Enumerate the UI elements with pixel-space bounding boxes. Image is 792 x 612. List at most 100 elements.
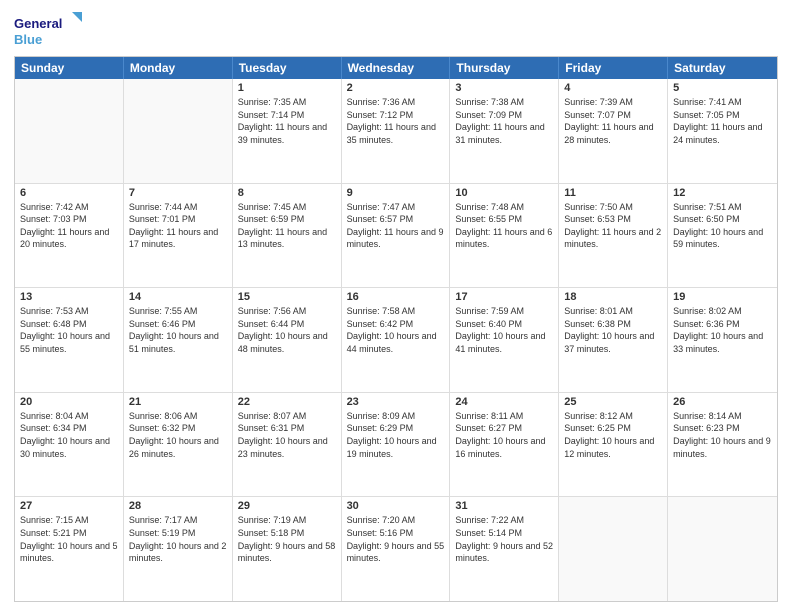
day-cell-28: 28 Sunrise: 7:17 AM Sunset: 5:19 PM Dayli… <box>124 497 233 601</box>
day-cell-26: 26 Sunrise: 8:14 AM Sunset: 6:23 PM Dayli… <box>668 393 777 497</box>
day-cell-15: 15 Sunrise: 7:56 AM Sunset: 6:44 PM Dayli… <box>233 288 342 392</box>
week-row-3: 13 Sunrise: 7:53 AM Sunset: 6:48 PM Dayli… <box>15 287 777 392</box>
day-info: Sunrise: 7:58 AM Sunset: 6:42 PM Dayligh… <box>347 305 445 355</box>
day-cell-10: 10 Sunrise: 7:48 AM Sunset: 6:55 PM Dayli… <box>450 184 559 288</box>
empty-cell <box>559 497 668 601</box>
day-info: Sunrise: 7:35 AM Sunset: 7:14 PM Dayligh… <box>238 96 336 146</box>
day-cell-14: 14 Sunrise: 7:55 AM Sunset: 6:46 PM Dayli… <box>124 288 233 392</box>
calendar-body: 1 Sunrise: 7:35 AM Sunset: 7:14 PM Daylig… <box>15 79 777 601</box>
day-number: 23 <box>347 396 445 408</box>
header-cell-friday: Friday <box>559 57 668 79</box>
day-number: 21 <box>129 396 227 408</box>
day-info: Sunrise: 8:02 AM Sunset: 6:36 PM Dayligh… <box>673 305 772 355</box>
day-number: 12 <box>673 187 772 199</box>
day-number: 26 <box>673 396 772 408</box>
day-cell-7: 7 Sunrise: 7:44 AM Sunset: 7:01 PM Daylig… <box>124 184 233 288</box>
day-cell-8: 8 Sunrise: 7:45 AM Sunset: 6:59 PM Daylig… <box>233 184 342 288</box>
day-cell-3: 3Sunrise: 7:38 AM Sunset: 7:09 PM Daylig… <box>450 79 559 183</box>
day-info: Sunrise: 8:14 AM Sunset: 6:23 PM Dayligh… <box>673 410 772 460</box>
day-number: 5 <box>673 82 772 94</box>
day-cell-29: 29 Sunrise: 7:19 AM Sunset: 5:18 PM Dayli… <box>233 497 342 601</box>
day-info: Sunrise: 7:50 AM Sunset: 6:53 PM Dayligh… <box>564 201 662 251</box>
day-cell-2: 2Sunrise: 7:36 AM Sunset: 7:12 PM Daylig… <box>342 79 451 183</box>
day-number: 7 <box>129 187 227 199</box>
day-number: 18 <box>564 291 662 303</box>
day-number: 3 <box>455 82 553 94</box>
week-row-1: 1 Sunrise: 7:35 AM Sunset: 7:14 PM Daylig… <box>15 79 777 183</box>
svg-text:Blue: Blue <box>14 32 42 47</box>
calendar-header: SundayMondayTuesdayWednesdayThursdayFrid… <box>15 57 777 79</box>
day-cell-1: 1 Sunrise: 7:35 AM Sunset: 7:14 PM Daylig… <box>233 79 342 183</box>
header-cell-thursday: Thursday <box>450 57 559 79</box>
day-cell-18: 18 Sunrise: 8:01 AM Sunset: 6:38 PM Dayli… <box>559 288 668 392</box>
day-number: 10 <box>455 187 553 199</box>
day-info: Sunrise: 7:47 AM Sunset: 6:57 PM Dayligh… <box>347 201 445 251</box>
week-row-2: 6 Sunrise: 7:42 AM Sunset: 7:03 PM Daylig… <box>15 183 777 288</box>
day-cell-4: 4 Sunrise: 7:39 AM Sunset: 7:07 PM Daylig… <box>559 79 668 183</box>
day-number: 17 <box>455 291 553 303</box>
day-cell-20: 20 Sunrise: 8:04 AM Sunset: 6:34 PM Dayli… <box>15 393 124 497</box>
day-number: 1 <box>238 82 336 94</box>
day-info: Sunrise: 7:51 AM Sunset: 6:50 PM Dayligh… <box>673 201 772 251</box>
day-number: 15 <box>238 291 336 303</box>
day-info: Sunrise: 8:01 AM Sunset: 6:38 PM Dayligh… <box>564 305 662 355</box>
day-cell-9: 9 Sunrise: 7:47 AM Sunset: 6:57 PM Daylig… <box>342 184 451 288</box>
header-cell-monday: Monday <box>124 57 233 79</box>
day-info: Sunrise: 7:55 AM Sunset: 6:46 PM Dayligh… <box>129 305 227 355</box>
day-info: Sunrise: 7:53 AM Sunset: 6:48 PM Dayligh… <box>20 305 118 355</box>
day-cell-23: 23Sunrise: 8:09 AM Sunset: 6:29 PM Dayli… <box>342 393 451 497</box>
day-info: Sunrise: 7:20 AM Sunset: 5:16 PM Dayligh… <box>347 514 445 564</box>
day-cell-16: 16 Sunrise: 7:58 AM Sunset: 6:42 PM Dayli… <box>342 288 451 392</box>
day-number: 9 <box>347 187 445 199</box>
day-cell-30: 30 Sunrise: 7:20 AM Sunset: 5:16 PM Dayli… <box>342 497 451 601</box>
day-cell-12: 12 Sunrise: 7:51 AM Sunset: 6:50 PM Dayli… <box>668 184 777 288</box>
day-info: Sunrise: 7:59 AM Sunset: 6:40 PM Dayligh… <box>455 305 553 355</box>
week-row-4: 20 Sunrise: 8:04 AM Sunset: 6:34 PM Dayli… <box>15 392 777 497</box>
day-info: Sunrise: 8:04 AM Sunset: 6:34 PM Dayligh… <box>20 410 118 460</box>
day-cell-31: 31Sunrise: 7:22 AM Sunset: 5:14 PM Dayli… <box>450 497 559 601</box>
day-number: 8 <box>238 187 336 199</box>
header-cell-saturday: Saturday <box>668 57 777 79</box>
day-info: Sunrise: 7:56 AM Sunset: 6:44 PM Dayligh… <box>238 305 336 355</box>
day-number: 14 <box>129 291 227 303</box>
day-info: Sunrise: 8:11 AM Sunset: 6:27 PM Dayligh… <box>455 410 553 460</box>
empty-cell <box>15 79 124 183</box>
day-number: 20 <box>20 396 118 408</box>
day-number: 11 <box>564 187 662 199</box>
calendar: SundayMondayTuesdayWednesdayThursdayFrid… <box>14 56 778 602</box>
day-cell-5: 5 Sunrise: 7:41 AM Sunset: 7:05 PM Daylig… <box>668 79 777 183</box>
day-number: 4 <box>564 82 662 94</box>
empty-cell <box>668 497 777 601</box>
day-info: Sunrise: 7:48 AM Sunset: 6:55 PM Dayligh… <box>455 201 553 251</box>
empty-cell <box>124 79 233 183</box>
day-info: Sunrise: 7:19 AM Sunset: 5:18 PM Dayligh… <box>238 514 336 564</box>
day-number: 16 <box>347 291 445 303</box>
day-number: 30 <box>347 500 445 512</box>
day-number: 6 <box>20 187 118 199</box>
day-number: 28 <box>129 500 227 512</box>
day-info: Sunrise: 7:36 AM Sunset: 7:12 PM Dayligh… <box>347 96 445 146</box>
day-info: Sunrise: 7:22 AM Sunset: 5:14 PM Dayligh… <box>455 514 553 564</box>
day-info: Sunrise: 7:45 AM Sunset: 6:59 PM Dayligh… <box>238 201 336 251</box>
day-info: Sunrise: 8:06 AM Sunset: 6:32 PM Dayligh… <box>129 410 227 460</box>
day-cell-22: 22Sunrise: 8:07 AM Sunset: 6:31 PM Dayli… <box>233 393 342 497</box>
day-cell-24: 24Sunrise: 8:11 AM Sunset: 6:27 PM Dayli… <box>450 393 559 497</box>
day-cell-21: 21 Sunrise: 8:06 AM Sunset: 6:32 PM Dayli… <box>124 393 233 497</box>
day-info: Sunrise: 7:41 AM Sunset: 7:05 PM Dayligh… <box>673 96 772 146</box>
day-number: 19 <box>673 291 772 303</box>
day-number: 13 <box>20 291 118 303</box>
day-cell-17: 17 Sunrise: 7:59 AM Sunset: 6:40 PM Dayli… <box>450 288 559 392</box>
day-info: Sunrise: 7:42 AM Sunset: 7:03 PM Dayligh… <box>20 201 118 251</box>
day-number: 22 <box>238 396 336 408</box>
day-info: Sunrise: 7:39 AM Sunset: 7:07 PM Dayligh… <box>564 96 662 146</box>
day-number: 29 <box>238 500 336 512</box>
day-info: Sunrise: 7:17 AM Sunset: 5:19 PM Dayligh… <box>129 514 227 564</box>
day-cell-13: 13 Sunrise: 7:53 AM Sunset: 6:48 PM Dayli… <box>15 288 124 392</box>
svg-text:General: General <box>14 16 62 31</box>
day-cell-19: 19 Sunrise: 8:02 AM Sunset: 6:36 PM Dayli… <box>668 288 777 392</box>
day-info: Sunrise: 7:44 AM Sunset: 7:01 PM Dayligh… <box>129 201 227 251</box>
logo: General Blue <box>14 10 84 50</box>
day-cell-25: 25Sunrise: 8:12 AM Sunset: 6:25 PM Dayli… <box>559 393 668 497</box>
week-row-5: 27Sunrise: 7:15 AM Sunset: 5:21 PM Dayli… <box>15 496 777 601</box>
header-cell-sunday: Sunday <box>15 57 124 79</box>
